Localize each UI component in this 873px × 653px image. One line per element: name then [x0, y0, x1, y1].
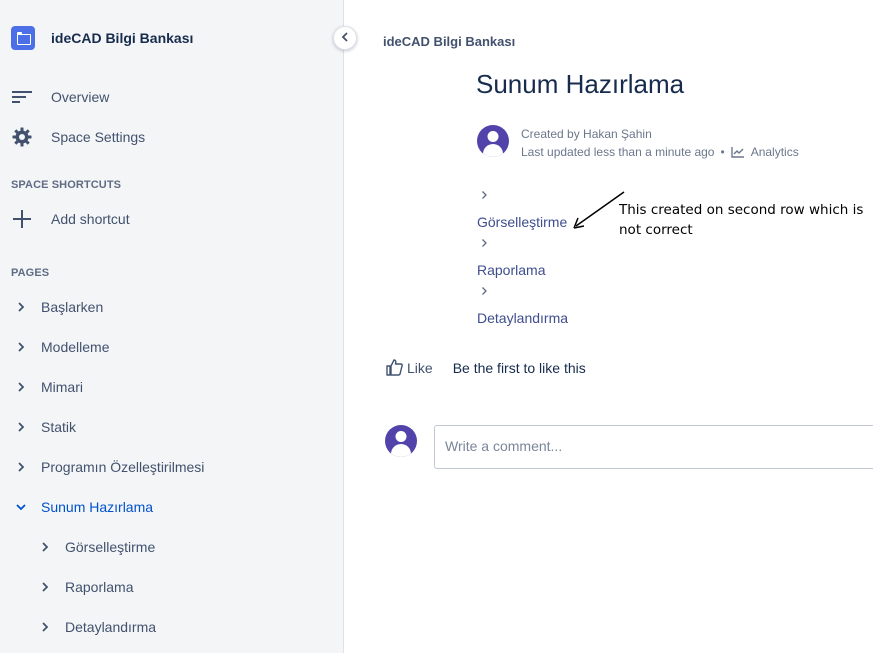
- plus-icon: [11, 208, 33, 230]
- comment-avatar: [385, 425, 417, 457]
- add-shortcut-button[interactable]: Add shortcut: [11, 208, 130, 230]
- sidebar-item-overview[interactable]: Overview: [11, 86, 109, 108]
- created-by-text: Created by Hakan Şahin: [521, 127, 652, 141]
- chevron-right-icon[interactable]: [39, 580, 51, 594]
- pages-heading: PAGES: [11, 267, 50, 279]
- page-tree-item[interactable]: Mimari: [15, 379, 83, 395]
- last-updated-link[interactable]: Last updated less than a minute ago: [521, 143, 714, 161]
- page-byline: Created by Hakan Şahin Last updated less…: [477, 125, 799, 161]
- separator-dot: •: [720, 145, 725, 159]
- child-page-link[interactable]: Raporlama: [477, 262, 545, 278]
- analytics-link[interactable]: Analytics: [730, 143, 799, 161]
- avatar[interactable]: [477, 125, 509, 157]
- chart-line-icon: [730, 147, 744, 158]
- chevron-right-icon[interactable]: [15, 420, 27, 434]
- sidebar-item-label: Space Settings: [51, 129, 146, 145]
- like-row: Like Be the first to like this: [386, 359, 586, 376]
- like-button[interactable]: Like: [386, 359, 433, 376]
- page-tree-label: Görselleştirme: [65, 539, 156, 555]
- page-tree-label: Başlarken: [41, 299, 104, 315]
- page-tree-label: Mimari: [41, 379, 83, 395]
- comment-input[interactable]: Write a comment...: [434, 425, 873, 469]
- space-name: ideCAD Bilgi Bankası: [51, 30, 194, 46]
- page-tree-label: Programın Özelleştirilmesi: [41, 459, 205, 475]
- like-status-text: Be the first to like this: [452, 359, 586, 376]
- page-tree-item-child[interactable]: Görselleştirme: [39, 539, 155, 555]
- page-tree-label: Statik: [41, 419, 77, 435]
- child-page-link[interactable]: Detaylandırma: [477, 310, 568, 326]
- space-logo-icon: [11, 26, 35, 50]
- gear-icon: [11, 126, 33, 148]
- chevron-right-icon[interactable]: [15, 340, 27, 354]
- page-tree-item[interactable]: Programın Özelleştirilmesi: [15, 459, 204, 475]
- chevron-right-icon[interactable]: [39, 620, 51, 634]
- page-tree-label: Modelleme: [41, 339, 110, 355]
- sidebar-item-space-settings[interactable]: Space Settings: [11, 126, 145, 148]
- sidebar: ideCAD Bilgi Bankası Overview Space Sett…: [0, 0, 344, 653]
- sidebar-item-label: Overview: [51, 89, 110, 105]
- chevron-right-icon[interactable]: [481, 237, 491, 249]
- like-label: Like: [407, 359, 433, 376]
- chevron-right-icon[interactable]: [39, 540, 51, 554]
- chevron-right-icon[interactable]: [15, 300, 27, 314]
- page-tree-item-child[interactable]: Raporlama: [39, 579, 133, 595]
- annotation-text: This created on second row which is not …: [619, 202, 864, 238]
- page-tree-item[interactable]: Statik: [15, 419, 76, 435]
- page-tree-item[interactable]: Modelleme: [15, 339, 109, 355]
- overview-lines-icon: [11, 86, 33, 108]
- thumbs-up-icon: [386, 359, 403, 376]
- analytics-label: Analytics: [750, 145, 799, 159]
- chevron-right-icon[interactable]: [481, 189, 491, 201]
- space-header[interactable]: ideCAD Bilgi Bankası: [11, 26, 193, 50]
- page-tree-item-child[interactable]: Detaylandırma: [39, 619, 156, 635]
- breadcrumb[interactable]: ideCAD Bilgi Bankası: [383, 34, 515, 49]
- space-shortcuts-heading: SPACE SHORTCUTS: [11, 179, 122, 191]
- chevron-right-icon[interactable]: [15, 380, 27, 394]
- page-tree-item-active[interactable]: Sunum Hazırlama: [15, 499, 153, 515]
- page-tree-label: Detaylandırma: [65, 619, 157, 635]
- child-page-link[interactable]: Görselleştirme: [477, 214, 567, 230]
- chevron-down-icon[interactable]: [15, 500, 27, 514]
- chevron-right-icon[interactable]: [15, 460, 27, 474]
- page-title: Sunum Hazırlama: [476, 69, 685, 99]
- page-tree-label: Raporlama: [65, 579, 134, 595]
- collapse-sidebar-button[interactable]: [333, 26, 357, 50]
- add-shortcut-label: Add shortcut: [51, 211, 130, 227]
- chevron-left-icon: [341, 29, 349, 47]
- page-tree-item[interactable]: Başlarken: [15, 299, 103, 315]
- page-tree-label: Sunum Hazırlama: [41, 499, 154, 515]
- chevron-right-icon[interactable]: [481, 285, 491, 297]
- avatar: [385, 425, 417, 457]
